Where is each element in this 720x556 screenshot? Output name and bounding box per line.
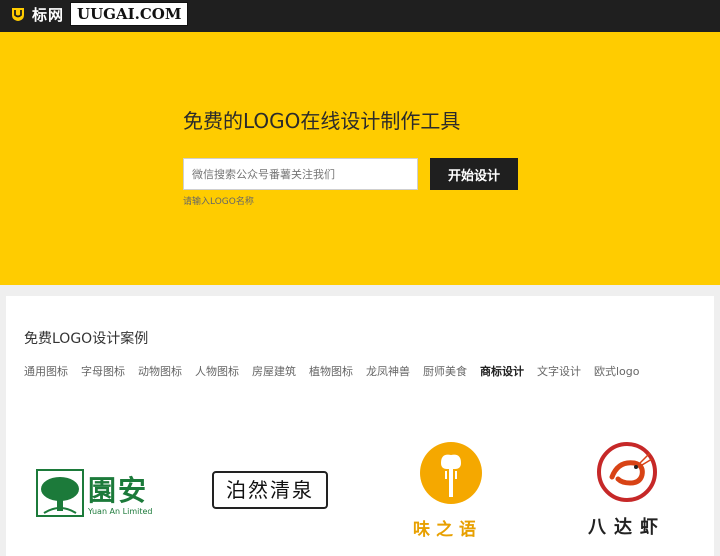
start-design-button[interactable]: 开始设计 (430, 158, 518, 190)
shield-logo-icon (12, 8, 24, 21)
tree-icon (36, 469, 84, 517)
tab-letters[interactable]: 字母图标 (81, 363, 125, 379)
hero-section: 免费的LOGO在线设计制作工具 开始设计 请输入LOGO名称 (0, 32, 720, 285)
logo-text: 園安 (88, 474, 149, 507)
input-hint: 请输入LOGO名称 (183, 197, 254, 207)
logo-card[interactable]: 八达虾 (588, 441, 678, 551)
tab-buildings[interactable]: 房屋建筑 (252, 363, 296, 379)
brand-name: 标网 (32, 5, 65, 24)
tab-european[interactable]: 欧式logo (594, 363, 640, 379)
logo-text: 泊然清泉 (212, 471, 328, 509)
brand-domain: UUGAI.COM (70, 2, 189, 26)
tab-food[interactable]: 厨师美食 (423, 363, 467, 379)
site-logo[interactable]: 标网 UUGAI.COM (10, 2, 189, 26)
logo-subtext: Yuan An Limited (88, 507, 153, 516)
hero-title: 免费的LOGO在线设计制作工具 (183, 109, 461, 133)
chef-hat-fork-icon (420, 442, 482, 504)
tab-trademark[interactable]: 商标设计 (480, 363, 524, 379)
logo-card[interactable]: 園安 Yuan An Limited (36, 441, 166, 551)
logo-card[interactable]: 味之语 (409, 441, 499, 551)
tab-animals[interactable]: 动物图标 (138, 363, 182, 379)
top-bar: 标网 UUGAI.COM (0, 0, 720, 32)
logo-card[interactable]: 泊然清泉 (212, 441, 336, 551)
shrimp-icon (597, 442, 657, 502)
tab-plants[interactable]: 植物图标 (309, 363, 353, 379)
logo-text: 八达虾 (588, 517, 666, 538)
tab-text[interactable]: 文字设计 (537, 363, 581, 379)
section-title: 免费LOGO设计案例 (24, 331, 149, 347)
logo-name-input[interactable] (183, 158, 418, 190)
logo-text: 味之语 (413, 520, 482, 540)
tab-dragons[interactable]: 龙凤神兽 (366, 363, 410, 379)
category-tabs: 通用图标 字母图标 动物图标 人物图标 房屋建筑 植物图标 龙凤神兽 厨师美食 … (24, 363, 653, 379)
tab-people[interactable]: 人物图标 (195, 363, 239, 379)
tab-general[interactable]: 通用图标 (24, 363, 68, 379)
cases-panel: 免费LOGO设计案例 通用图标 字母图标 动物图标 人物图标 房屋建筑 植物图标… (6, 296, 714, 556)
